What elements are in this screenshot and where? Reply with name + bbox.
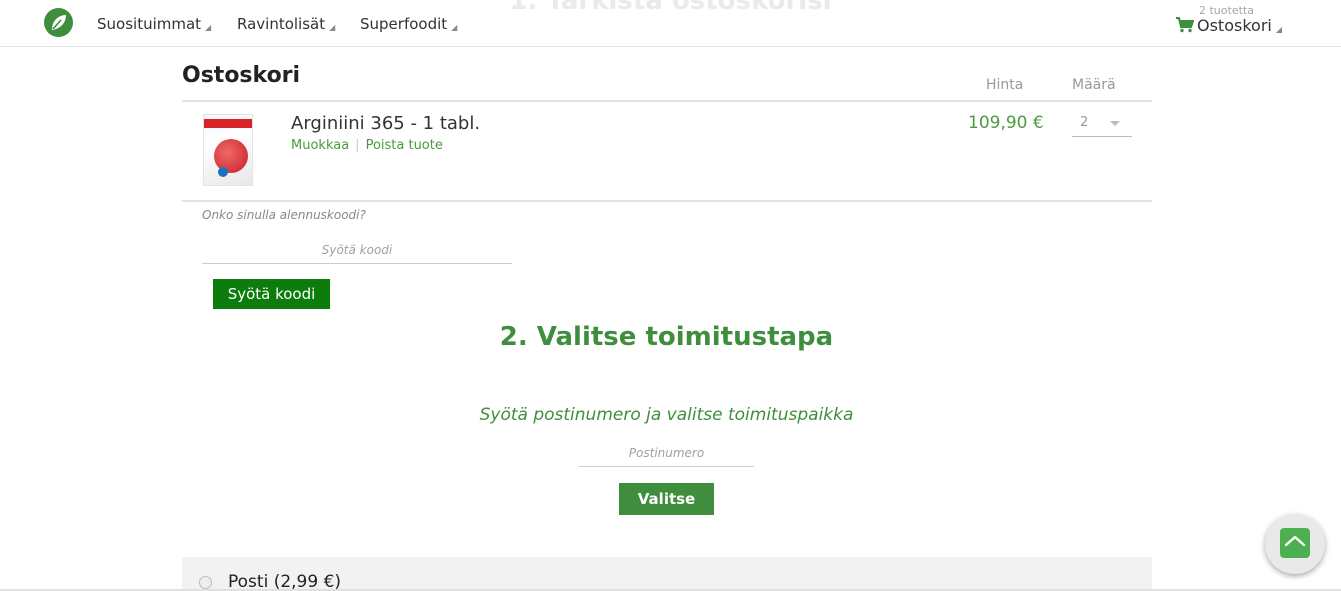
separator: | <box>355 138 360 153</box>
edit-item-link[interactable]: Muokkaa <box>291 138 349 153</box>
caret-icon: ◢ <box>451 23 458 32</box>
nav-item-superfoodit[interactable]: Superfoodit ◢ <box>360 15 457 33</box>
column-header-quantity: Määrä <box>1072 77 1116 93</box>
cart-icon <box>1176 17 1195 37</box>
cart-title: Ostoskori <box>182 63 301 88</box>
select-postal-button[interactable]: Valitse <box>619 483 714 515</box>
coupon-code-input[interactable] <box>202 236 512 264</box>
scroll-to-top-button[interactable] <box>1265 514 1325 574</box>
cart-label: Ostoskori <box>1197 16 1272 35</box>
nav-item-suosituimmat[interactable]: Suosituimmat ◢ <box>97 15 211 33</box>
leaf-logo-icon[interactable] <box>44 8 73 37</box>
chevron-down-icon <box>1110 121 1120 126</box>
cart-link[interactable]: Ostoskori ◢ <box>1176 16 1282 37</box>
quantity-select[interactable]: 2 <box>1072 113 1132 137</box>
shipping-section-title: 2. Valitse toimitustapa <box>499 322 834 352</box>
remove-item-link[interactable]: Poista tuote <box>366 138 443 153</box>
shipping-option-posti[interactable]: Posti (2,99 €) <box>182 557 1152 591</box>
coupon-question: Onko sinulla alennuskoodi? <box>202 208 366 222</box>
product-image-badge <box>218 167 228 177</box>
caret-icon: ◢ <box>329 23 336 32</box>
product-actions: Muokkaa | Poista tuote <box>291 138 443 153</box>
nav-item-ravintolisat[interactable]: Ravintolisät ◢ <box>237 15 335 33</box>
shipping-option-radio[interactable] <box>199 576 212 589</box>
product-name[interactable]: Arginiini 365 - 1 tabl. <box>291 113 480 134</box>
shipping-instructions: Syötä postinumero ja valitse toimituspai… <box>479 405 854 425</box>
product-image[interactable] <box>203 114 253 186</box>
top-navigation-bar: Suosituimmat ◢ Ravintolisät ◢ Superfoodit ◢… <box>0 0 1341 47</box>
apply-coupon-button[interactable]: Syötä koodi <box>213 279 330 309</box>
nav-label: Suosituimmat <box>97 15 202 33</box>
caret-icon: ◢ <box>205 23 212 32</box>
divider <box>182 100 1152 102</box>
product-price: 109,90 € <box>968 113 1044 133</box>
column-header-price: Hinta <box>986 77 1024 93</box>
caret-icon: ◢ <box>1275 25 1282 34</box>
divider <box>182 200 1152 202</box>
postal-code-input[interactable] <box>579 440 754 467</box>
chevron-up-icon <box>1284 535 1306 547</box>
quantity-value: 2 <box>1080 115 1089 130</box>
product-image-stripe <box>204 119 252 128</box>
nav-label: Superfoodit <box>360 15 448 33</box>
nav-label: Ravintolisät <box>237 15 326 33</box>
